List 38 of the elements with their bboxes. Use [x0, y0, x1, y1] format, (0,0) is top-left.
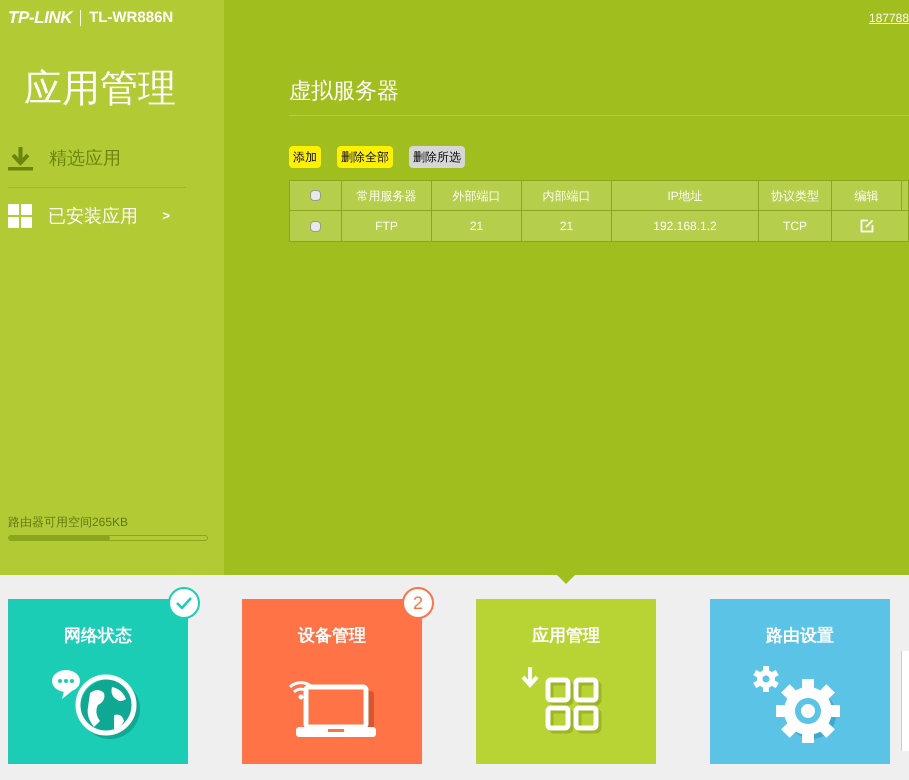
sidebar-title: 应用管理: [23, 70, 177, 108]
toolbar-button[interactable]: 添加: [289, 146, 321, 168]
grid-icon: [8, 204, 32, 228]
page-title: 虚拟服务器: [289, 74, 909, 116]
download-icon: [8, 146, 33, 171]
column-header: 外部端口: [432, 181, 522, 210]
tile-label: 网络状态: [64, 625, 132, 647]
row-checkbox[interactable]: [310, 220, 321, 232]
sidebar-item[interactable]: 已安装应用 >: [8, 187, 186, 244]
storage-label: 路由器可用空间265KB: [8, 514, 130, 531]
chevron-text: >: [162, 207, 171, 226]
count-badge: 2: [402, 587, 434, 619]
tile-label: 路由设置: [766, 625, 834, 647]
sidebar-item-label: 精选应用: [49, 147, 122, 170]
nav-tile[interactable]: 网络状态: [8, 599, 188, 764]
select-all-checkbox[interactable]: [310, 190, 321, 201]
model-name: TL-WR886N: [89, 8, 174, 28]
nav-tile[interactable]: 路由设置: [710, 599, 890, 764]
tile-label: 应用管理: [532, 625, 600, 647]
sidebar-item-label: 已安装应用: [48, 204, 139, 228]
account-link[interactable]: 187788: [868, 9, 909, 27]
edit-icon[interactable]: [860, 219, 874, 233]
column-header: 编辑: [832, 181, 902, 210]
column-header: 常用服务器: [342, 181, 432, 210]
sidebar-item[interactable]: 精选应用: [8, 130, 186, 187]
column-header: 内部端口: [522, 181, 612, 210]
column-header: 协议类型: [759, 181, 832, 210]
table-cell: 21: [522, 211, 612, 241]
table-cell: 21: [432, 211, 522, 241]
logo: TP-LINK: [8, 7, 72, 30]
toolbar-button[interactable]: 删除全部: [337, 146, 393, 168]
column-header: IP地址: [612, 181, 759, 210]
table-cell: 192.168.1.2: [612, 211, 759, 241]
check-icon: [176, 597, 192, 609]
nav-tile[interactable]: 应用管理: [476, 599, 656, 764]
table-cell: FTP: [342, 211, 432, 241]
table-cell: TCP: [759, 211, 832, 241]
tile-label: 设备管理: [298, 625, 366, 647]
